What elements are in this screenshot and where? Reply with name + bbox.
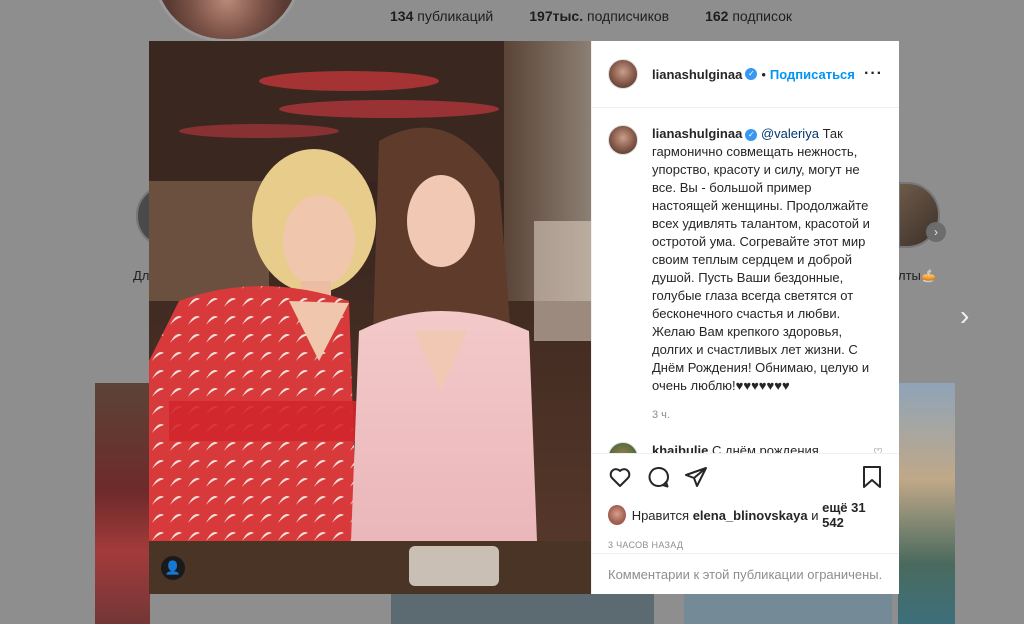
- caption-username[interactable]: lianashulginaa: [652, 126, 742, 141]
- stat-posts: 134 публикаций: [390, 8, 494, 24]
- story-highlight-right-label: лты🥧: [898, 268, 938, 283]
- post-actions: Нравится elena_blinovskaya и ещё 31 542 …: [592, 453, 899, 563]
- caption-time[interactable]: 3 ч.: [652, 409, 883, 421]
- action-bar: [608, 464, 883, 490]
- post-header: lianashulginaa ✓ • Подписаться ···: [592, 41, 899, 108]
- grid-tile: [391, 594, 654, 624]
- commenter-avatar[interactable]: [608, 442, 638, 453]
- more-options-icon[interactable]: ···: [864, 65, 883, 83]
- chevron-right-icon[interactable]: ›: [960, 302, 969, 330]
- likes-and: и: [811, 507, 819, 523]
- likes-summary: Нравится elena_blinovskaya и ещё 31 542: [608, 500, 883, 530]
- comment-text: khaibulie С днём рождения Великую артист…: [652, 442, 852, 453]
- share-icon[interactable]: [684, 465, 708, 489]
- comments-section[interactable]: lianashulginaa ✓ @valeriya Так гармонично…: [592, 109, 899, 453]
- author-avatar[interactable]: [608, 59, 638, 89]
- caption: lianashulginaa ✓ @valeriya Так гармонично…: [608, 125, 883, 395]
- post-sidebar: lianashulginaa ✓ • Подписаться ··· liana…: [591, 41, 899, 594]
- post-photo-image: [149, 41, 591, 594]
- comment-icon[interactable]: [646, 465, 670, 489]
- heart-icon[interactable]: [608, 465, 632, 489]
- comment-item: khaibulie С днём рождения Великую артист…: [608, 442, 883, 453]
- likes-count[interactable]: ещё 31 542: [822, 500, 883, 530]
- profile-avatar: [152, 0, 302, 42]
- author-username[interactable]: lianashulginaa: [652, 67, 742, 82]
- post-timestamp[interactable]: 3 ЧАСОВ НАЗАД: [608, 540, 883, 550]
- stories-next-icon: ›: [926, 222, 946, 242]
- comments-restricted-notice: Комментарии к этой публикации ограничены…: [592, 553, 899, 594]
- verified-badge-icon: ✓: [745, 129, 758, 141]
- liker-avatar[interactable]: [608, 505, 626, 525]
- user-tag-icon[interactable]: 👤: [161, 556, 185, 580]
- stat-following: 162 подписок: [705, 8, 793, 24]
- story-highlight-left-label: Дл: [133, 268, 150, 283]
- caption-text: lianashulginaa ✓ @valeriya Так гармонично…: [652, 125, 874, 395]
- bookmark-icon[interactable]: [861, 465, 883, 489]
- caption-author-avatar[interactable]: [608, 125, 638, 155]
- grid-tile: [684, 594, 892, 624]
- grid-tile: [95, 383, 150, 624]
- stat-followers: 197тыс. подписчиков: [529, 8, 670, 24]
- comment-like-icon[interactable]: ♡: [873, 446, 883, 453]
- verified-badge-icon: ✓: [745, 68, 758, 80]
- profile-stats: 134 публикаций 197тыс. подписчиков 162 п…: [390, 8, 792, 24]
- likes-prefix: Нравится: [631, 507, 690, 523]
- caption-body: Так гармонично совмещать нежность, упорс…: [652, 126, 870, 393]
- separator-dot: •: [761, 66, 766, 82]
- liker-username[interactable]: elena_blinovskaya: [693, 508, 808, 523]
- follow-button[interactable]: Подписаться: [770, 67, 855, 82]
- post-photo[interactable]: 👤: [149, 41, 591, 594]
- commenter-username[interactable]: khaibulie: [652, 443, 708, 453]
- caption-mention[interactable]: @valeriya: [761, 126, 819, 141]
- grid-tile: [898, 383, 955, 624]
- post-modal: 👤 lianashulginaa ✓ • Подписаться ··· lia…: [149, 41, 899, 594]
